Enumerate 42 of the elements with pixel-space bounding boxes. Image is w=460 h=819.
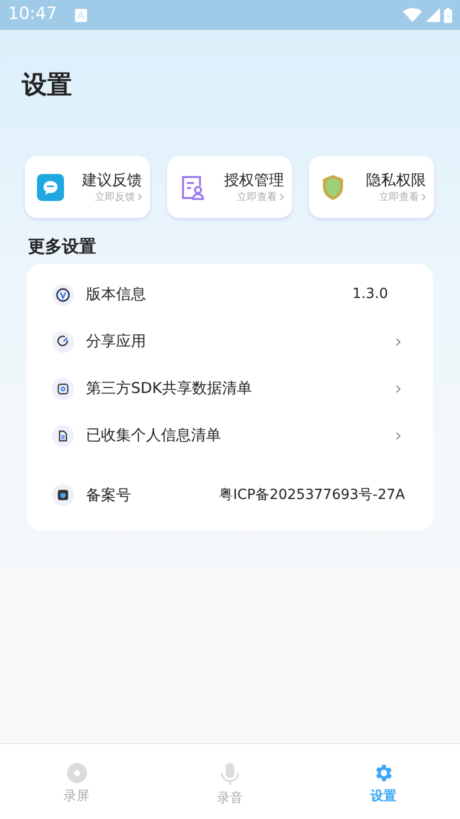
settings-row[interactable]: 备案号 粤ICP备2025377693号-27A bbox=[52, 459, 403, 519]
notification-icon bbox=[75, 8, 87, 22]
disc-icon bbox=[66, 762, 88, 784]
wifi-icon bbox=[403, 8, 422, 22]
settings-row[interactable]: 分享应用 bbox=[52, 318, 403, 365]
row-label: 版本信息 bbox=[86, 284, 146, 306]
shield-icon bbox=[321, 174, 345, 200]
row-label: 已收集个人信息清单 bbox=[86, 425, 221, 446]
status-time: 10:47 bbox=[8, 3, 57, 26]
chevron-right-icon bbox=[137, 193, 142, 201]
chat-bubble-icon bbox=[37, 174, 64, 200]
quick-action-card[interactable]: 授权管理 立即查看 bbox=[167, 156, 292, 218]
chevron-right-icon bbox=[395, 336, 401, 346]
document-icon bbox=[52, 424, 74, 446]
square-icon bbox=[52, 378, 74, 400]
row-label: 备案号 bbox=[86, 484, 131, 506]
chevron-right-icon bbox=[395, 384, 401, 394]
section-title: 更多设置 bbox=[28, 236, 97, 259]
card-action: 立即反馈 bbox=[95, 190, 135, 204]
card-title: 建议反馈 bbox=[82, 170, 142, 190]
card-title: 授权管理 bbox=[224, 170, 284, 190]
chevron-right-icon bbox=[279, 193, 284, 201]
chevron-right-icon bbox=[421, 193, 426, 201]
chevron-right-icon bbox=[395, 430, 401, 440]
settings-row[interactable]: 已收集个人信息清单 bbox=[52, 412, 403, 459]
settings-row[interactable]: 版本信息 1.3.0 bbox=[52, 271, 403, 318]
card-action: 立即查看 bbox=[237, 190, 277, 204]
quick-action-card[interactable]: 建议反馈 立即反馈 bbox=[25, 156, 150, 218]
card-action: 立即查看 bbox=[379, 190, 419, 204]
page-title: 设置 bbox=[22, 69, 73, 101]
row-label: 第三方SDK共享数据清单 bbox=[86, 378, 252, 400]
battery-icon bbox=[444, 8, 452, 22]
row-label: 分享应用 bbox=[86, 331, 146, 352]
quick-action-card[interactable]: 隐私权限 立即查看 bbox=[309, 156, 434, 218]
document-user-icon bbox=[179, 174, 206, 200]
badge-icon bbox=[52, 484, 74, 506]
row-value: 粤ICP备2025377693号-27A bbox=[219, 486, 405, 504]
signal-icon bbox=[426, 8, 440, 22]
settings-row[interactable]: 第三方SDK共享数据清单 bbox=[52, 365, 403, 412]
microphone-icon bbox=[218, 762, 241, 786]
row-value: 1.3.0 bbox=[352, 285, 388, 304]
card-title: 隐私权限 bbox=[366, 170, 426, 190]
